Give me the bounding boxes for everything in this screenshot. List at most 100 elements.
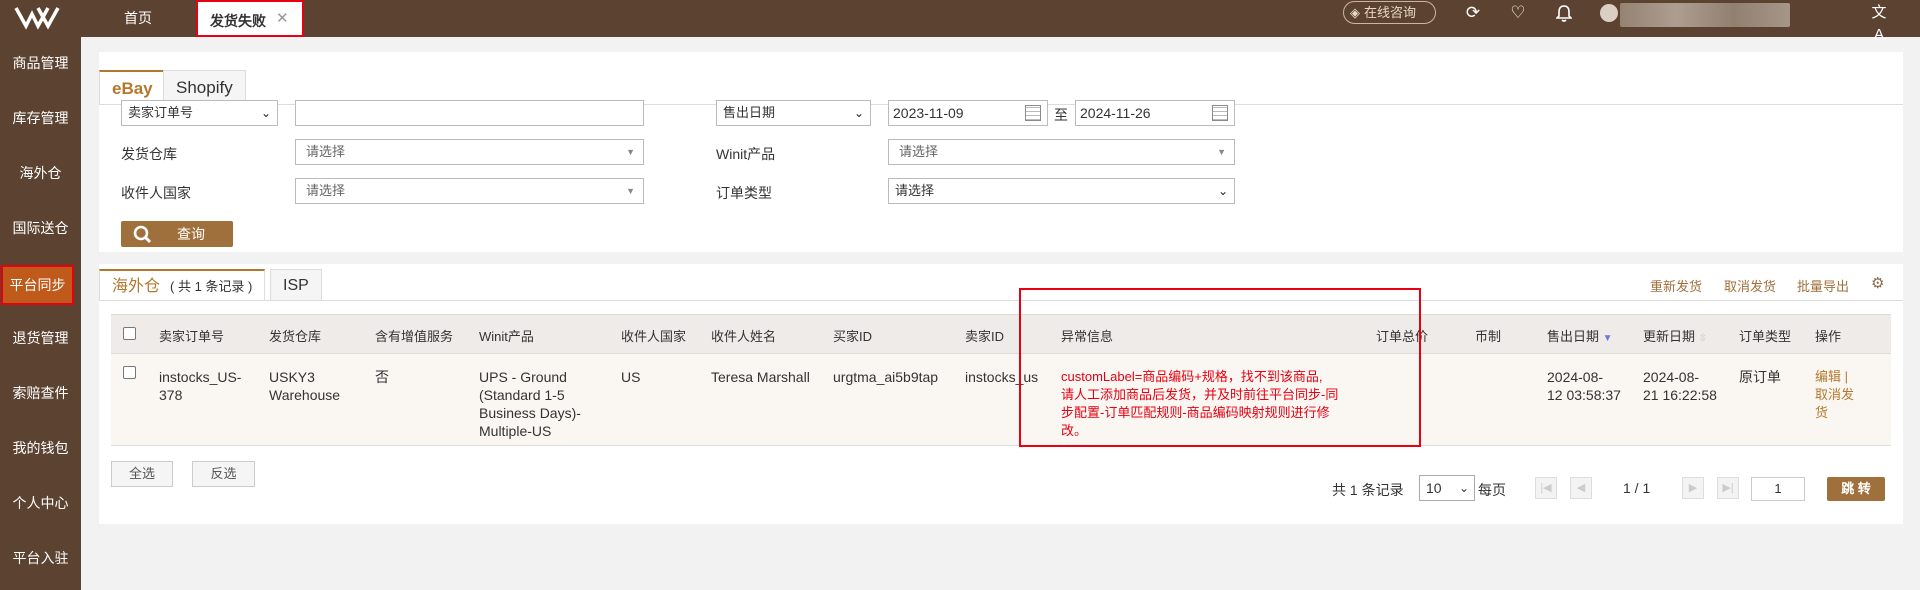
record-count: ( 共 1 条记录 ) (170, 279, 253, 294)
online-consult-button[interactable]: ◈ 在线咨询 (1343, 1, 1436, 24)
cancel-shipping-button[interactable]: 取消发货 (1724, 276, 1776, 295)
sidebar-item-platform-sync[interactable]: 平台同步 (1, 265, 74, 305)
page-info: 1 / 1 (1623, 480, 1651, 496)
col-operations: 操作 (1815, 329, 1842, 344)
sidebar-item-returns[interactable]: 退货管理 (0, 318, 81, 358)
cell-line: 21 16:22:58 (1643, 387, 1717, 403)
order-no-type-value: 卖家订单号 (128, 105, 194, 120)
cell-line: (Standard 1-5 (479, 387, 565, 403)
cell-operations: 编辑 | 取消发 货 (1815, 368, 1854, 422)
country-label: 收件人国家 (121, 185, 191, 201)
winit-product-label: Winit产品 (716, 146, 776, 162)
close-icon[interactable]: ✕ (276, 9, 289, 27)
date-type-select[interactable]: 售出日期 ⌄ (716, 100, 871, 126)
sidebar-item-intl-delivery[interactable]: 国际送仓 (0, 208, 81, 248)
gear-icon[interactable]: ⚙ (1871, 274, 1884, 292)
sidebar-item-onboarding[interactable]: 平台入驻 (0, 538, 81, 578)
tab-overseas-warehouse[interactable]: 海外仓 ( 共 1 条记录 ) (99, 269, 266, 301)
batch-export-button[interactable]: 批量导出 (1797, 276, 1849, 295)
calendar-icon[interactable] (1025, 105, 1041, 121)
order-no-type-select[interactable]: 卖家订单号 ⌄ (121, 100, 278, 126)
order-kind-label: 订单类型 (716, 185, 772, 201)
col-sold-date[interactable]: 售出日期 ▼ (1547, 326, 1613, 345)
sort-icon[interactable]: ⇳ (1699, 333, 1707, 344)
order-kind-select[interactable]: 请选择 ⌄ (888, 178, 1235, 204)
cancel-shipping-link[interactable]: 取消发 (1815, 386, 1854, 404)
page-size-select[interactable]: 10 ⌄ (1419, 475, 1475, 501)
chat-icon: ◈ (1350, 5, 1360, 20)
chevron-down-icon: ⌄ (1458, 481, 1469, 495)
sidebar-item-wallet[interactable]: 我的钱包 (0, 428, 81, 468)
tab-label: 发货失败 (210, 13, 266, 29)
translate-icon[interactable]: 文A (1868, 2, 1890, 43)
refresh-icon[interactable]: ⟳ (1462, 2, 1484, 24)
cell-line: Business Days)- (479, 405, 581, 421)
col-order-type: 订单类型 (1739, 329, 1792, 344)
cell-warehouse: USKY3 Warehouse (269, 368, 340, 404)
cell-winit-product: UPS - Ground (Standard 1-5 Business Days… (479, 368, 581, 440)
top-bar: 首页 发货失败 ✕ ◈ 在线咨询 ⟳ ♡ 文A (0, 0, 1920, 43)
col-update-date-label: 更新日期 (1643, 329, 1696, 344)
tab-isp[interactable]: ISP (270, 269, 322, 301)
date-separator: 至 (1054, 107, 1068, 123)
col-country: 收件人国家 (621, 329, 687, 344)
chevron-down-icon: ⌄ (853, 106, 864, 120)
date-from-input[interactable]: 2023-11-09 (888, 100, 1048, 126)
order-kind-value: 请选择 (895, 183, 935, 198)
country-select[interactable]: 请选择 ▼ (295, 178, 644, 204)
invert-selection-button[interactable]: 反选 (192, 461, 255, 487)
winit-product-select[interactable]: 请选择 ▼ (888, 139, 1235, 165)
heart-icon[interactable]: ♡ (1507, 2, 1529, 24)
edit-link[interactable]: 编辑 | (1815, 368, 1854, 386)
bell-icon[interactable] (1553, 2, 1575, 24)
highlight-box (1019, 288, 1421, 447)
prev-page-icon[interactable]: ◀ (1570, 477, 1592, 499)
first-page-icon[interactable]: |◀ (1535, 477, 1557, 499)
logo-icon[interactable] (14, 4, 64, 30)
chevron-down-icon: ⌄ (260, 106, 271, 120)
sidebar-item-inventory[interactable]: 库存管理 (0, 98, 81, 138)
cell-line: 2024-08- (1643, 369, 1700, 385)
row-checkbox[interactable] (123, 366, 136, 379)
cell-line: instocks_US- (159, 369, 242, 385)
col-update-date[interactable]: 更新日期 ⇳ (1643, 326, 1707, 345)
jump-page-input[interactable]: 1 (1751, 477, 1805, 501)
last-page-icon[interactable]: ▶| (1717, 477, 1739, 499)
date-type-value: 售出日期 (723, 105, 776, 120)
chevron-down-icon: ⌄ (1217, 184, 1228, 198)
tab-home[interactable]: 首页 (108, 0, 168, 37)
sort-desc-icon[interactable]: ▼ (1603, 333, 1613, 344)
cell-line: 12 03:58:37 (1547, 387, 1621, 403)
cancel-shipping-link-cont[interactable]: 货 (1815, 404, 1854, 422)
jump-button[interactable]: 跳 转 (1827, 477, 1885, 501)
cell-update-date: 2024-08- 21 16:22:58 (1643, 368, 1717, 404)
next-page-icon[interactable]: ▶ (1682, 477, 1704, 499)
avatar[interactable] (1600, 4, 1618, 22)
sidebar-item-claims[interactable]: 索赔查件 (0, 373, 81, 413)
page-size-value: 10 (1426, 480, 1442, 496)
search-button[interactable]: 查询 (121, 221, 233, 247)
calendar-icon[interactable] (1212, 105, 1228, 121)
col-value-added: 含有增值服务 (375, 329, 454, 344)
cell-buyer-id: urgtma_ai5b9tap (833, 369, 939, 385)
cell-line: 2024-08- (1547, 369, 1604, 385)
date-to-input[interactable]: 2024-11-26 (1075, 100, 1235, 126)
col-warehouse: 发货仓库 (269, 329, 322, 344)
select-all-button[interactable]: 全选 (111, 461, 173, 487)
sidebar-item-overseas[interactable]: 海外仓 (0, 153, 81, 193)
per-page-label: 每页 (1478, 482, 1506, 498)
search-label: 查询 (177, 226, 205, 242)
sidebar-item-products[interactable]: 商品管理 (0, 43, 81, 83)
cell-order-type: 原订单 (1739, 369, 1781, 385)
sidebar-item-profile[interactable]: 个人中心 (0, 483, 81, 523)
warehouse-select[interactable]: 请选择 ▼ (295, 139, 644, 165)
warehouse-label: 发货仓库 (121, 146, 177, 162)
caret-down-icon: ▼ (626, 147, 635, 157)
col-recipient: 收件人姓名 (711, 329, 777, 344)
date-to-value: 2024-11-26 (1080, 105, 1151, 121)
tab-shipping-failed[interactable]: 发货失败 ✕ (196, 0, 304, 37)
resend-button[interactable]: 重新发货 (1650, 276, 1702, 295)
order-no-input[interactable] (295, 100, 644, 126)
select-all-checkbox[interactable] (123, 327, 136, 340)
user-info-blurred[interactable] (1620, 3, 1790, 27)
